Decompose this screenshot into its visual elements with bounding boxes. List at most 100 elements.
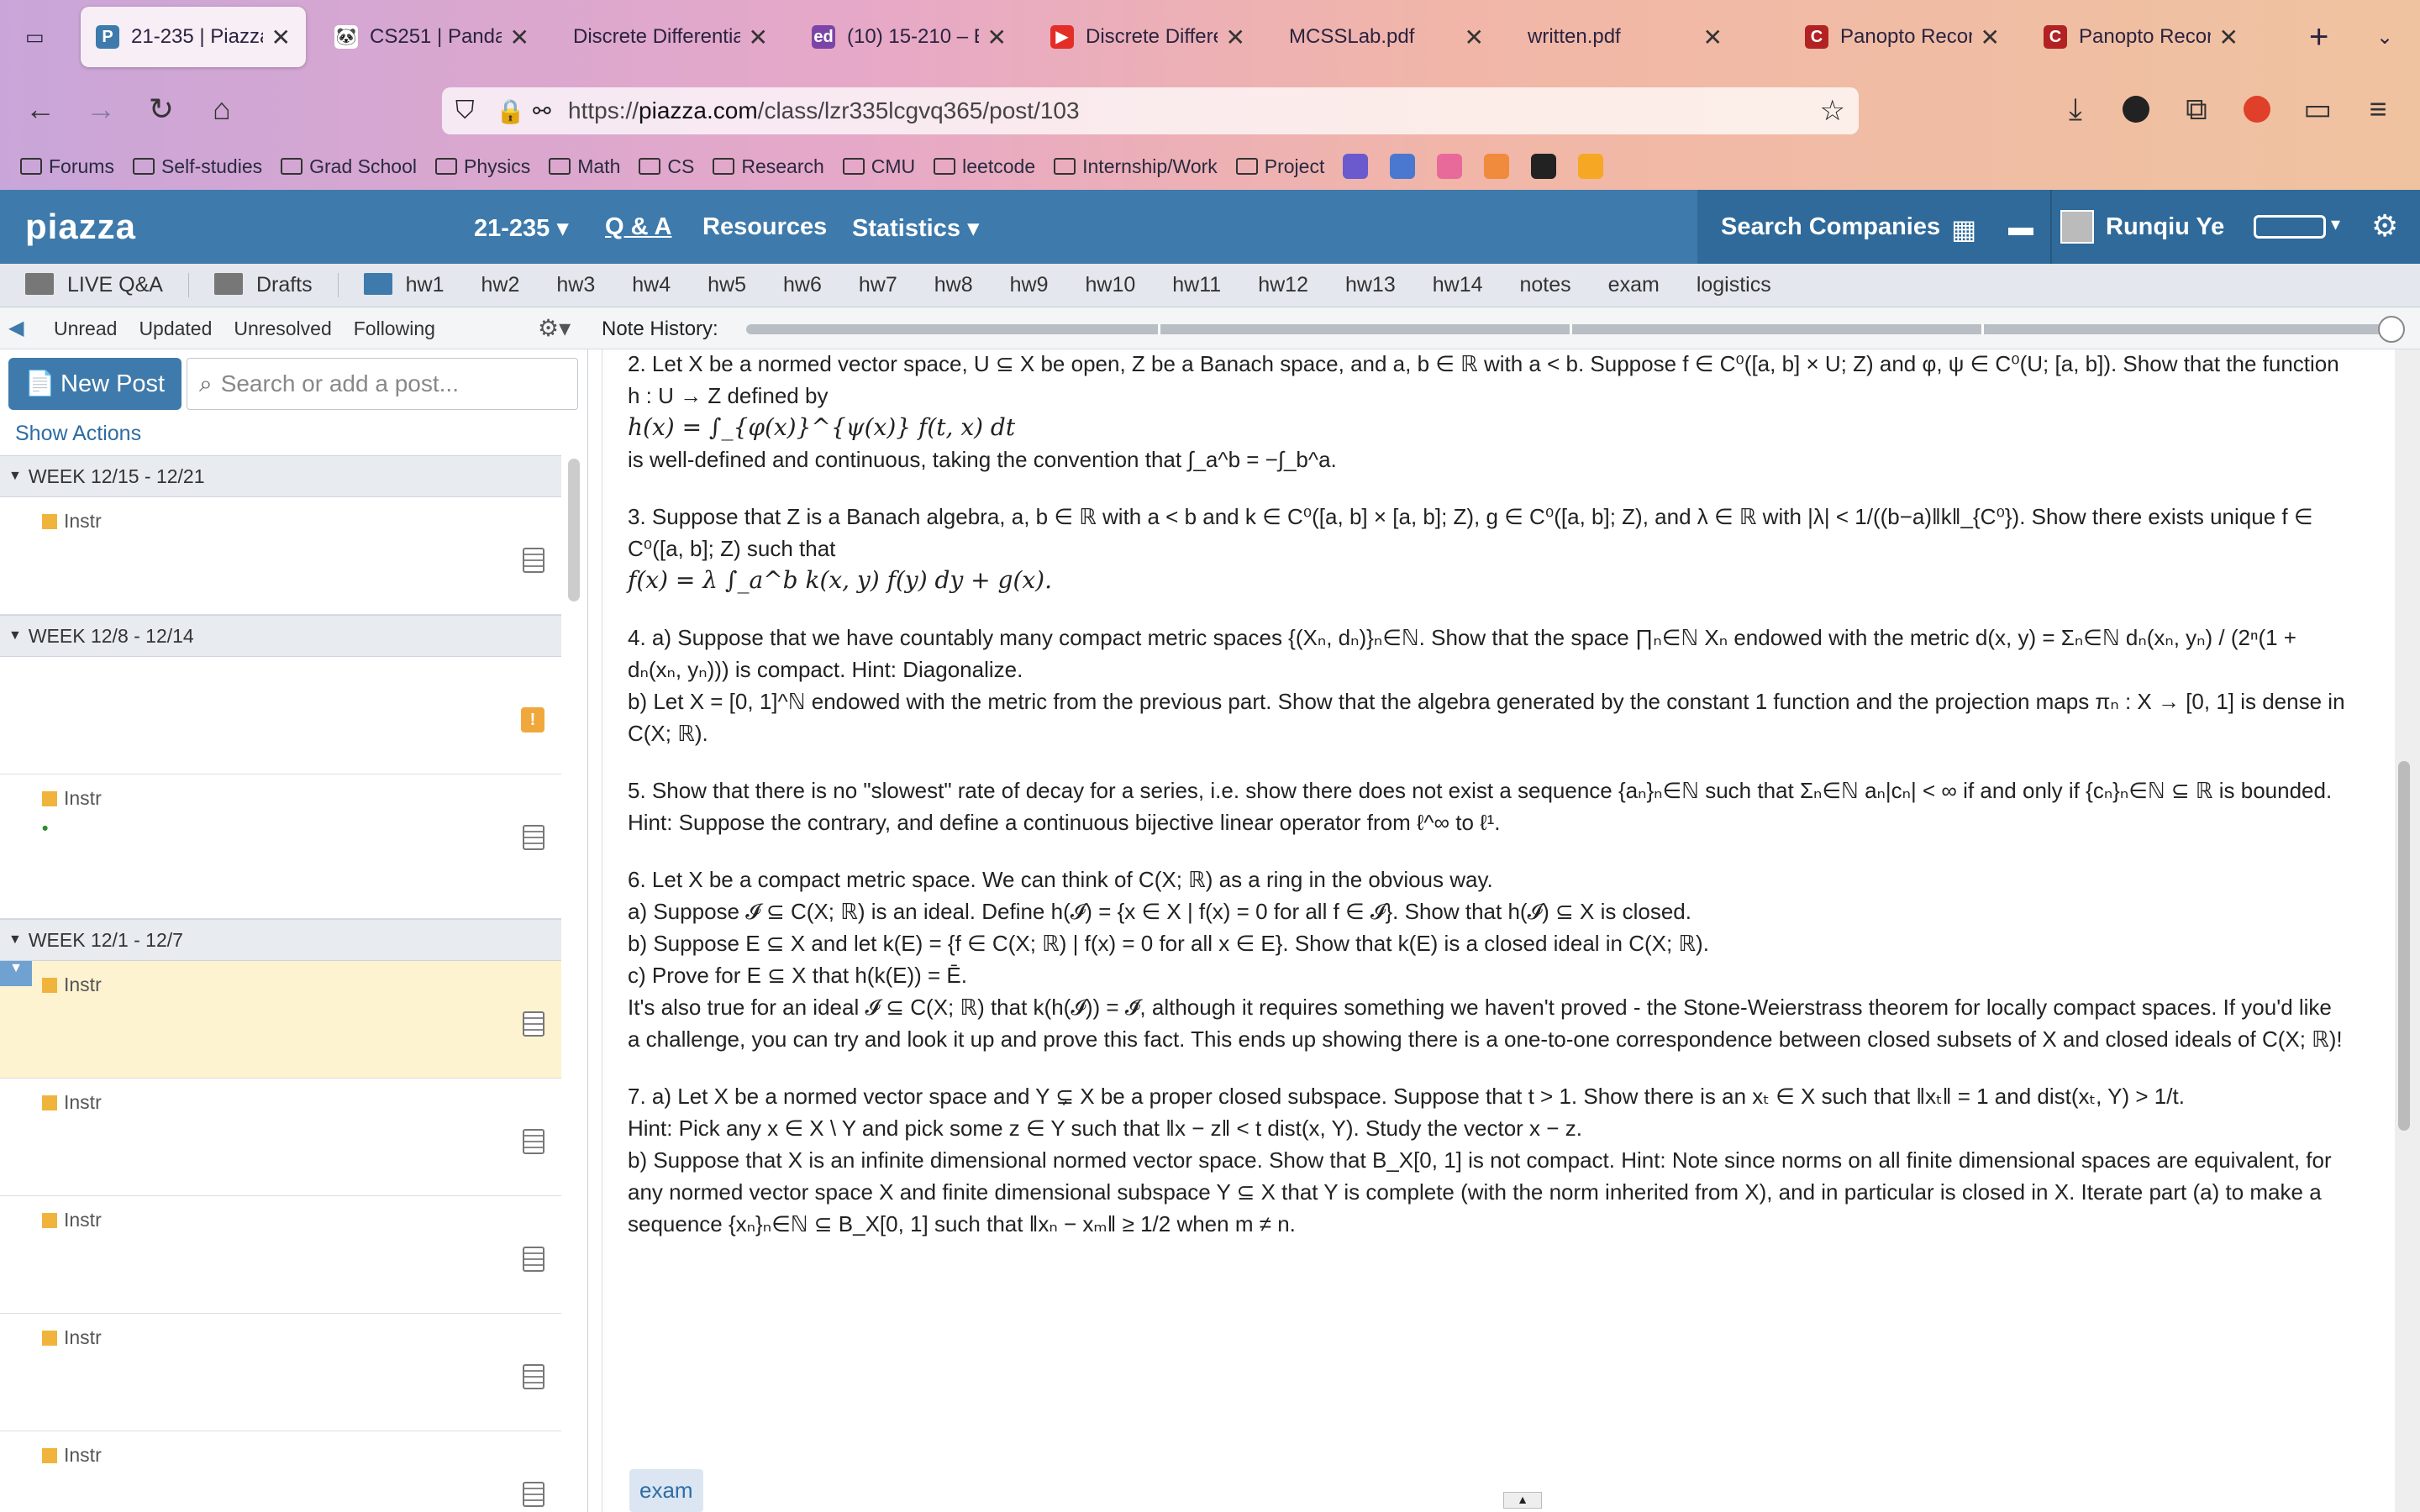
url-bar[interactable]: ⛉ 🔒 ⚯ https://piazza.com/class/lzr335lcg… xyxy=(442,87,1859,134)
piazza-logo[interactable]: piazza xyxy=(25,207,136,247)
folder-hw12[interactable]: hw12 xyxy=(1258,273,1308,297)
search-companies-link[interactable]: Search Companies xyxy=(1721,213,1940,241)
nav-resources[interactable]: Resources xyxy=(702,213,827,241)
close-tab-icon[interactable]: ✕ xyxy=(1465,24,1484,51)
download-icon[interactable]: ⤓ xyxy=(2052,86,2099,133)
bookmark-site-icon[interactable] xyxy=(1578,154,1604,179)
slider-handle[interactable] xyxy=(2378,316,2405,343)
extension-red-icon[interactable] xyxy=(2233,86,2281,133)
close-tab-icon[interactable]: ✕ xyxy=(2219,24,2238,51)
search-input[interactable]: ⌕ Search or add a post... xyxy=(187,358,578,410)
browser-tab[interactable]: written.pdf ✕ xyxy=(1512,7,1738,67)
browser-tab[interactable]: MCSSLab.pdf ✕ xyxy=(1274,7,1499,67)
folder-hw6[interactable]: hw6 xyxy=(783,273,822,297)
folder-hw7[interactable]: hw7 xyxy=(859,273,897,297)
close-tab-icon[interactable]: ✕ xyxy=(1226,24,1245,51)
forward-icon[interactable]: → xyxy=(77,86,124,133)
new-post-button[interactable]: 📄 New Post xyxy=(8,358,182,410)
browser-tab[interactable]: C Panopto Recordi ✕ xyxy=(2028,7,2254,67)
browser-tab[interactable]: C Panopto Recordi ✕ xyxy=(1790,7,2015,67)
bookmark-folder[interactable]: Forums xyxy=(20,155,114,178)
folder-hw10[interactable]: hw10 xyxy=(1086,273,1136,297)
home-icon[interactable]: ⌂ xyxy=(198,86,245,133)
folder-hw3[interactable]: hw3 xyxy=(556,273,595,297)
filter-following[interactable]: Following xyxy=(354,318,435,340)
feed-settings-icon[interactable]: ⚙▾ xyxy=(538,314,571,342)
chevron-down-icon[interactable]: ▾ xyxy=(2331,213,2340,235)
bookmark-site-icon[interactable] xyxy=(1484,154,1510,179)
close-tab-icon[interactable]: ✕ xyxy=(749,24,768,51)
feed-post[interactable]: Instr xyxy=(0,497,561,615)
feed-post[interactable]: Instr xyxy=(0,1314,561,1431)
tab-list-icon[interactable]: ▭ xyxy=(10,7,60,67)
folder-notes[interactable]: notes xyxy=(1520,273,1571,297)
folder-hw8[interactable]: hw8 xyxy=(934,273,973,297)
bookmark-folder[interactable]: CMU xyxy=(842,155,915,178)
folder-drafts[interactable]: Drafts xyxy=(213,273,339,297)
browser-tab[interactable]: P 21-235 | Piazza C ✕ xyxy=(81,7,306,67)
note-history-slider[interactable] xyxy=(746,316,2405,343)
collapse-feed-icon[interactable]: ◀ xyxy=(8,316,24,340)
week-header[interactable]: ▼ WEEK 12/8 - 12/14 xyxy=(0,615,561,657)
calendar-icon[interactable]: ▦ xyxy=(1951,213,1976,245)
feed-post[interactable]: Instr xyxy=(0,1196,561,1314)
extensions-icon[interactable]: ⧉ xyxy=(2173,86,2220,133)
close-tab-icon[interactable]: ✕ xyxy=(1981,24,2000,51)
bookmark-site-icon[interactable] xyxy=(1531,154,1557,179)
gear-icon[interactable]: ⚙ xyxy=(2371,208,2398,244)
account-avatar-icon[interactable] xyxy=(2112,86,2160,133)
back-icon[interactable]: ← xyxy=(17,86,64,133)
folder-hw1[interactable]: hw1 xyxy=(363,273,445,297)
bookmark-site-icon[interactable] xyxy=(1390,154,1416,179)
folder-hw9[interactable]: hw9 xyxy=(1010,273,1049,297)
bookmark-folder[interactable]: Grad School xyxy=(281,155,417,178)
folder-hw4[interactable]: hw4 xyxy=(632,273,671,297)
bookmark-site-icon[interactable] xyxy=(1437,154,1463,179)
user-name[interactable]: Runqiu Ye xyxy=(2106,213,2224,241)
collapse-arrow-icon[interactable]: ▲ xyxy=(1503,1492,1542,1509)
folder-hw13[interactable]: hw13 xyxy=(1345,273,1396,297)
folder-hw2[interactable]: hw2 xyxy=(481,273,520,297)
browser-tab[interactable]: ▶ Discrete Differen ✕ xyxy=(1035,7,1260,67)
bookmark-folder[interactable]: Self-studies xyxy=(132,155,262,178)
permissions-icon[interactable]: ⚯ xyxy=(533,98,551,124)
close-tab-icon[interactable]: ✕ xyxy=(510,24,529,51)
filter-unresolved[interactable]: Unresolved xyxy=(234,318,331,340)
folder-hw5[interactable]: hw5 xyxy=(708,273,746,297)
avatar[interactable] xyxy=(2060,210,2094,244)
feed-scrollbar[interactable] xyxy=(568,459,580,601)
folder-logistics[interactable]: logistics xyxy=(1697,273,1771,297)
tab-overflow-icon[interactable]: ⌄ xyxy=(2361,7,2408,67)
bookmark-folder[interactable]: leetcode xyxy=(934,155,1035,178)
feed-post[interactable]: Instr • xyxy=(0,774,561,919)
close-tab-icon[interactable]: ✕ xyxy=(987,24,1007,51)
post-tag-exam[interactable]: exam xyxy=(629,1469,703,1512)
bookmark-folder[interactable]: CS xyxy=(639,155,694,178)
bookmark-folder[interactable]: Research xyxy=(713,155,824,178)
reload-icon[interactable]: ↻ xyxy=(138,86,185,133)
folder-hw14[interactable]: hw14 xyxy=(1433,273,1483,297)
feed-post[interactable]: ▼ Instr xyxy=(0,961,561,1079)
browser-tab[interactable]: 🐼 CS251 | Panda N ✕ xyxy=(319,7,544,67)
bookmark-folder[interactable]: Physics xyxy=(434,155,530,178)
feed-post[interactable]: Instr xyxy=(0,1079,561,1196)
content-scrollbar[interactable] xyxy=(2395,349,2420,1512)
browser-tab[interactable]: Discrete Differential G ✕ xyxy=(558,7,783,67)
status-toggle[interactable] xyxy=(2254,215,2326,239)
folder-exam[interactable]: exam xyxy=(1608,273,1660,297)
folder-live-q-a[interactable]: LIVE Q&A xyxy=(0,273,189,297)
bookmark-site-icon[interactable] xyxy=(1343,154,1369,179)
reader-view-icon[interactable]: ▭ xyxy=(2294,86,2341,133)
folder-hw11[interactable]: hw11 xyxy=(1172,273,1221,297)
chat-icon[interactable]: ▬ xyxy=(2008,213,2033,242)
course-selector[interactable]: 21-235 ▾ xyxy=(474,213,569,243)
bookmark-folder[interactable]: Math xyxy=(549,155,620,178)
filter-unread[interactable]: Unread xyxy=(54,318,117,340)
bookmark-folder[interactable]: Project xyxy=(1235,155,1324,178)
week-header[interactable]: ▼ WEEK 12/1 - 12/7 xyxy=(0,919,561,961)
close-tab-icon[interactable]: ✕ xyxy=(1703,24,1723,51)
nav-qa[interactable]: Q & A xyxy=(605,213,671,241)
close-tab-icon[interactable]: ✕ xyxy=(271,24,291,51)
browser-tab[interactable]: ed (10) 15-210 – Ed ✕ xyxy=(797,7,1022,67)
week-header[interactable]: ▼ WEEK 12/15 - 12/21 xyxy=(0,455,561,497)
